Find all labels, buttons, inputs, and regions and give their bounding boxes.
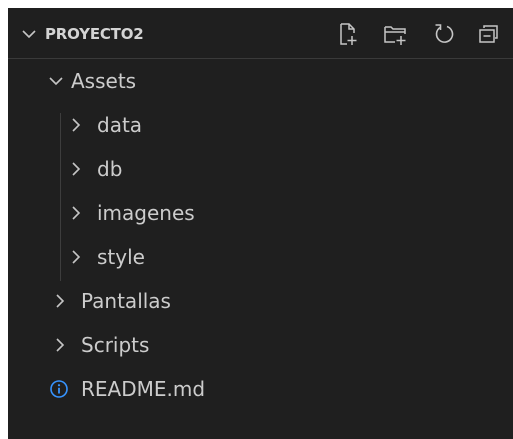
chevron-right-icon[interactable] (65, 202, 87, 224)
folder-label-assets: Assets (71, 69, 137, 93)
chevron-down-icon[interactable] (18, 23, 40, 45)
chevron-right-icon[interactable] (65, 114, 87, 136)
explorer-panel: PROYECTO2 Assets data db imagenes style … (8, 8, 513, 439)
tree-folder-db[interactable]: db (8, 147, 513, 191)
tree-folder-imagenes[interactable]: imagenes (8, 191, 513, 235)
tree-folder-style[interactable]: style (8, 235, 513, 279)
folder-label-pantallas: Pantallas (81, 289, 171, 313)
tree-folder-data[interactable]: data (8, 103, 513, 147)
folder-label-imagenes: imagenes (97, 201, 195, 225)
chevron-right-icon[interactable] (65, 158, 87, 180)
new-file-icon[interactable] (333, 20, 361, 48)
tree-folder-scripts[interactable]: Scripts (8, 323, 513, 367)
info-icon (50, 380, 68, 398)
refresh-icon[interactable] (429, 20, 457, 48)
folder-label-db: db (97, 157, 123, 181)
chevron-down-icon[interactable] (45, 70, 67, 92)
section-title: PROYECTO2 (45, 25, 144, 43)
file-label-readme: README.md (81, 377, 206, 401)
folder-label-scripts: Scripts (81, 333, 150, 357)
chevron-right-icon[interactable] (49, 334, 71, 356)
explorer-section-header[interactable]: PROYECTO2 (8, 19, 513, 59)
folder-label-style: style (97, 245, 145, 269)
tree-folder-pantallas[interactable]: Pantallas (8, 279, 513, 323)
folder-label-data: data (97, 113, 143, 137)
new-folder-icon[interactable] (381, 20, 409, 48)
chevron-right-icon[interactable] (49, 290, 71, 312)
tree-folder-assets[interactable]: Assets (8, 59, 513, 103)
tree-file-readme[interactable]: README.md (8, 367, 513, 411)
collapse-all-icon[interactable] (475, 20, 503, 48)
chevron-right-icon[interactable] (65, 246, 87, 268)
